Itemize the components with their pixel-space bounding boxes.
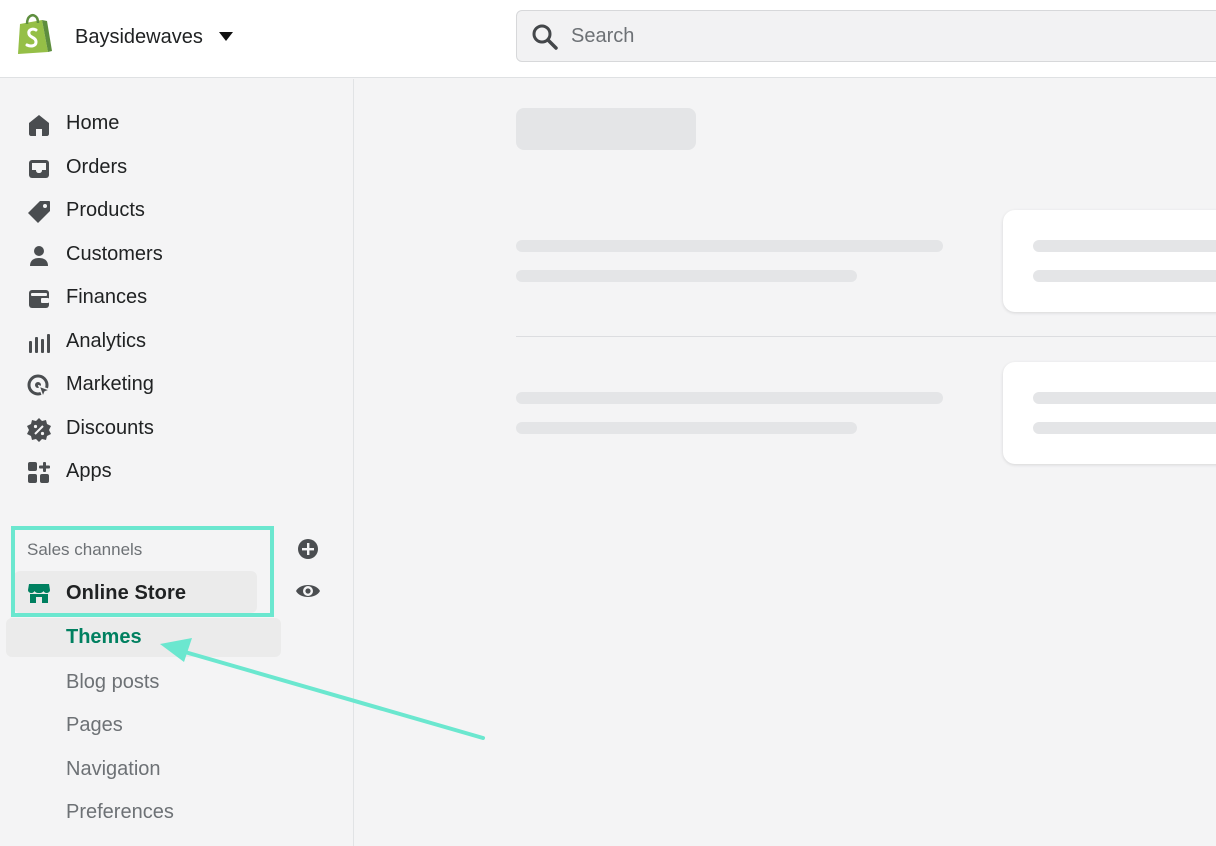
skeleton-line bbox=[516, 240, 943, 252]
sidebar-item-finances[interactable]: Finances bbox=[0, 278, 300, 318]
sidebar-item-analytics[interactable]: Analytics bbox=[0, 322, 300, 362]
skeleton-line bbox=[516, 270, 857, 282]
search-input[interactable] bbox=[571, 19, 1171, 53]
skeleton-card bbox=[1003, 362, 1216, 464]
store-name[interactable]: Baysidewaves bbox=[75, 26, 203, 49]
search-bar[interactable] bbox=[516, 10, 1216, 62]
annotation-arrow bbox=[160, 638, 485, 740]
sidebar-subitem-pages[interactable]: Pages bbox=[66, 714, 123, 737]
eye-icon[interactable] bbox=[295, 580, 321, 602]
add-circle-icon[interactable] bbox=[297, 538, 319, 560]
skeleton-line bbox=[1033, 392, 1216, 404]
search-icon bbox=[532, 24, 558, 50]
shopify-logo-icon[interactable] bbox=[14, 12, 54, 56]
sidebar-item-online-store[interactable]: Online Store bbox=[14, 571, 257, 613]
skeleton-line bbox=[1033, 270, 1216, 282]
online-store-label: Online Store bbox=[66, 582, 187, 604]
apps-icon bbox=[28, 462, 50, 483]
bar-chart-icon bbox=[29, 334, 50, 353]
skeleton-line bbox=[516, 422, 857, 434]
discount-icon bbox=[27, 418, 51, 442]
themes-label: Themes bbox=[66, 626, 142, 648]
sidebar-item-home[interactable]: Home bbox=[0, 104, 300, 144]
sidebar-item-orders[interactable]: Orders bbox=[0, 148, 300, 188]
sidebar-item-label: Customers bbox=[66, 243, 163, 265]
inbox-icon bbox=[29, 160, 49, 178]
sidebar-item-label: Finances bbox=[66, 286, 148, 308]
sidebar-item-products[interactable]: Products bbox=[0, 191, 300, 231]
target-icon bbox=[27, 374, 52, 399]
section-divider bbox=[516, 336, 1216, 337]
person-icon bbox=[30, 246, 48, 266]
sidebar-item-label: Home bbox=[66, 112, 120, 134]
sales-channels-title: Sales channels bbox=[27, 540, 143, 559]
caret-down-icon[interactable] bbox=[219, 32, 233, 41]
sidebar-item-label: Orders bbox=[66, 156, 128, 178]
sidebar-item-customers[interactable]: Customers bbox=[0, 235, 300, 275]
sidebar-item-apps[interactable]: Apps bbox=[0, 452, 300, 492]
sidebar-item-label: Analytics bbox=[66, 330, 147, 352]
top-bar: Baysidewaves bbox=[0, 0, 1216, 78]
sidebar-item-marketing[interactable]: Marketing bbox=[0, 365, 300, 405]
sidebar-subitem-preferences[interactable]: Preferences bbox=[66, 801, 174, 824]
sidebar-subitem-blog-posts[interactable]: Blog posts bbox=[66, 671, 159, 694]
wallet-icon bbox=[29, 290, 49, 308]
skeleton-line bbox=[1033, 240, 1216, 252]
sidebar-item-label: Marketing bbox=[66, 373, 154, 395]
sidebar-item-label: Apps bbox=[66, 460, 112, 482]
skeleton-card bbox=[1003, 210, 1216, 312]
storefront-icon bbox=[28, 584, 50, 603]
skeleton-line bbox=[1033, 422, 1216, 434]
skeleton-line bbox=[516, 392, 943, 404]
skeleton-title bbox=[516, 108, 696, 150]
home-icon bbox=[29, 115, 49, 136]
tag-icon bbox=[28, 201, 50, 223]
sidebar-item-label: Products bbox=[66, 199, 145, 221]
sidebar-subitem-navigation[interactable]: Navigation bbox=[66, 758, 161, 781]
sidebar-item-label: Discounts bbox=[66, 417, 154, 439]
sidebar-item-discounts[interactable]: Discounts bbox=[0, 409, 300, 449]
